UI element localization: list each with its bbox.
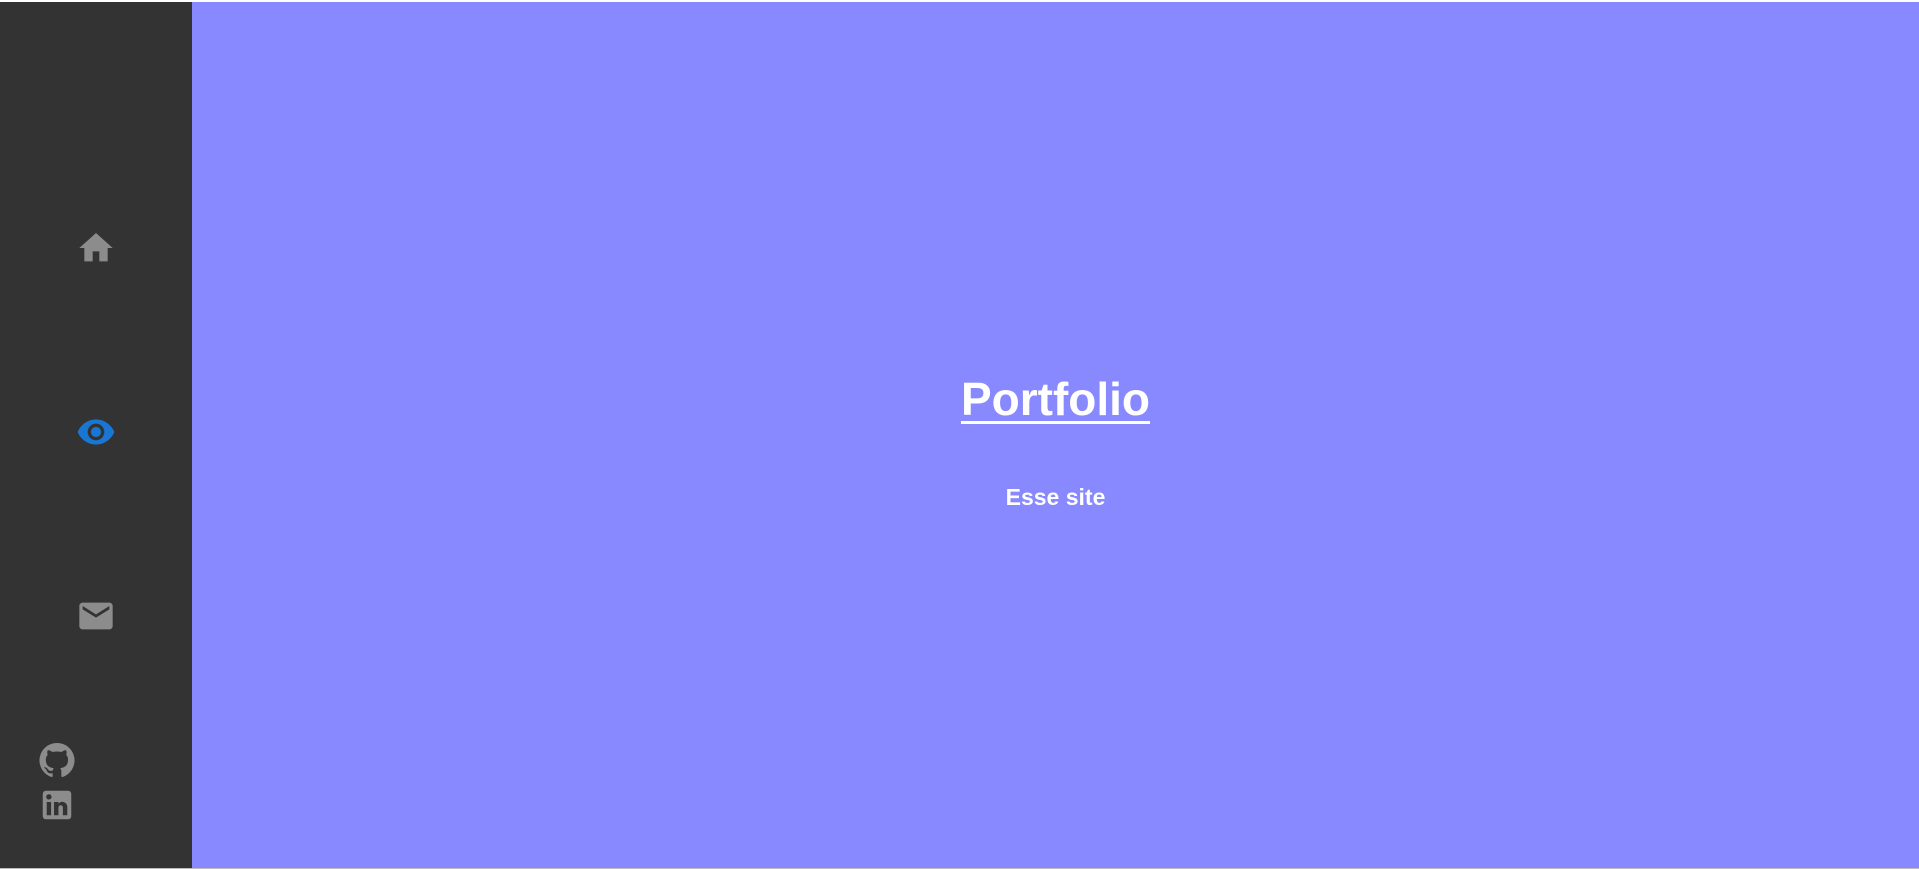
nav-portfolio-button[interactable]	[76, 412, 116, 452]
mail-icon	[79, 602, 113, 630]
linkedin-icon	[42, 790, 72, 820]
eye-icon	[77, 419, 115, 445]
linkedin-link[interactable]	[37, 785, 77, 825]
nav-home-button[interactable]	[76, 228, 116, 268]
sidebar	[0, 2, 192, 868]
page-subtitle: Esse site	[1005, 484, 1106, 510]
github-link[interactable]	[37, 740, 77, 780]
home-icon	[79, 233, 113, 262]
github-icon	[39, 743, 75, 778]
page-title[interactable]: Portfolio	[192, 372, 1919, 426]
app: Portfolio Esse site	[0, 2, 1919, 868]
main-content: Portfolio Esse site	[192, 2, 1919, 868]
nav-contact-button[interactable]	[76, 596, 116, 636]
